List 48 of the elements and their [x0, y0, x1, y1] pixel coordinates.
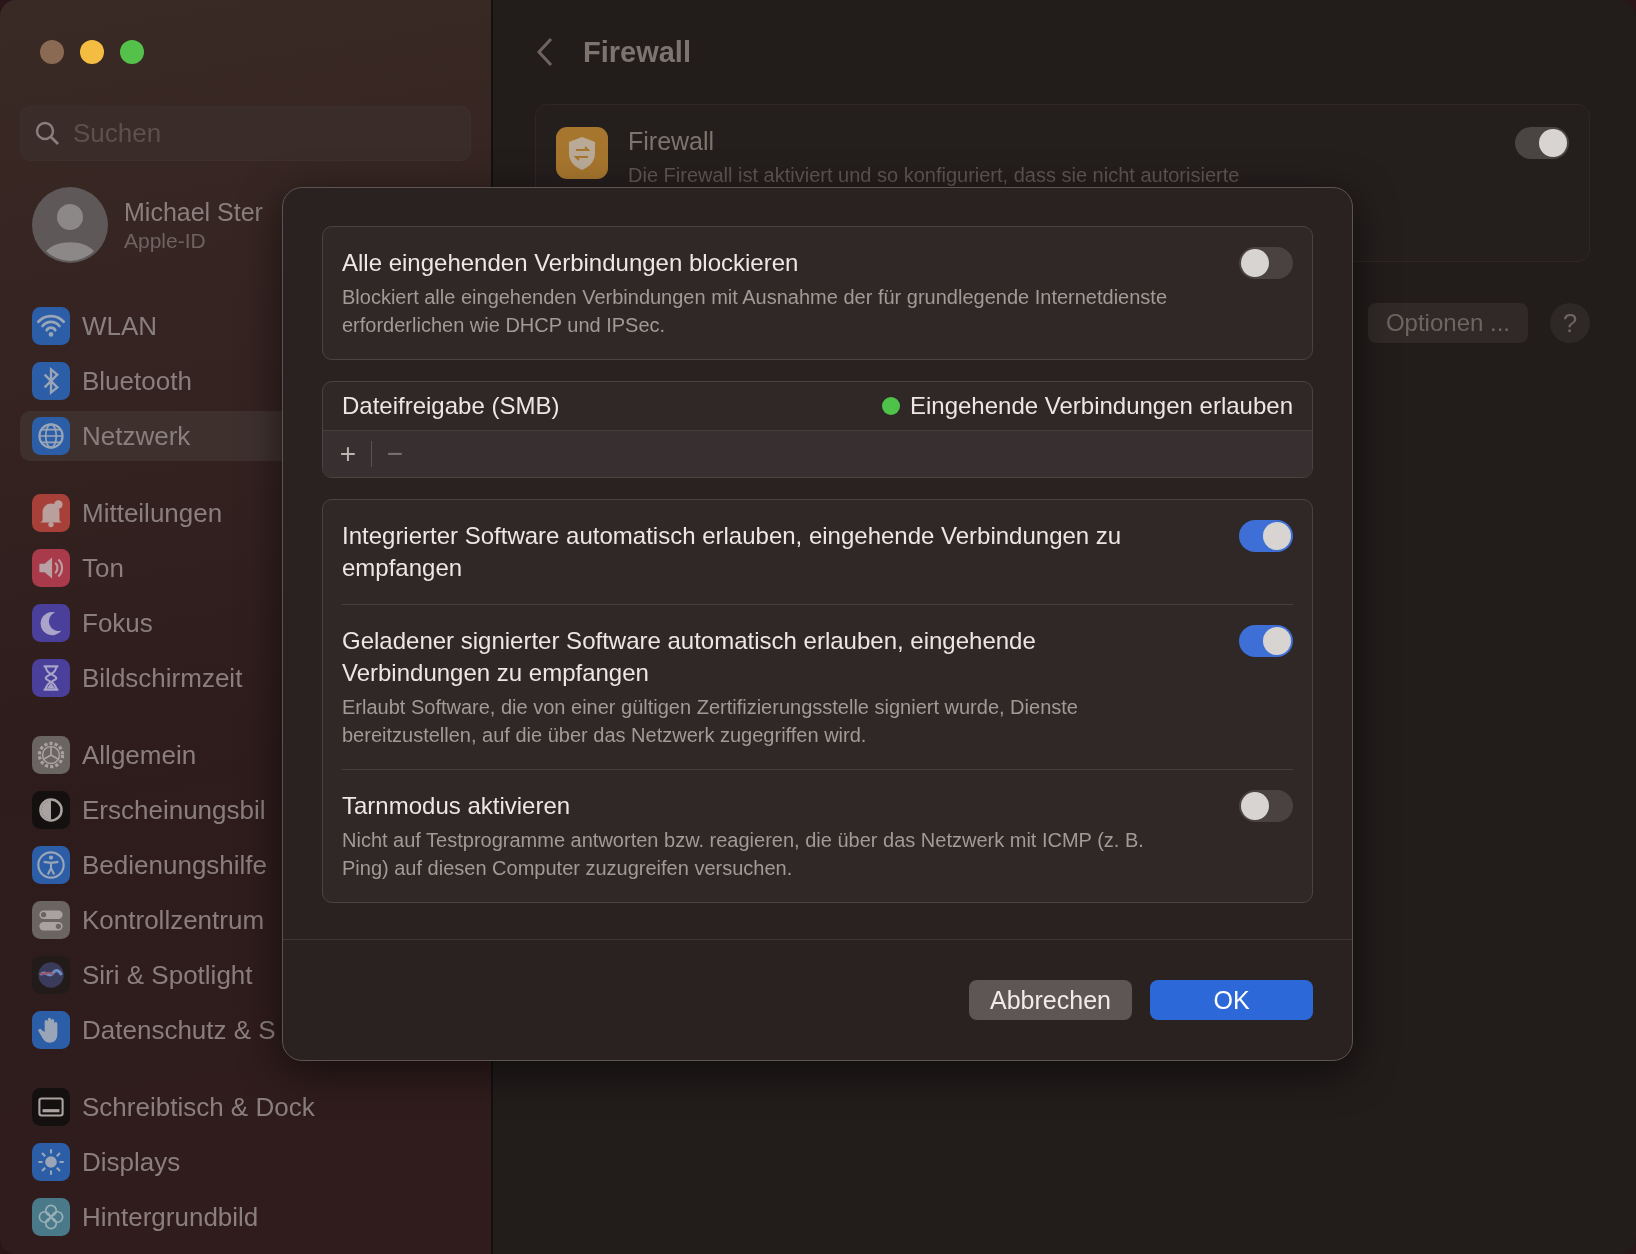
minimize-button[interactable]: [80, 40, 104, 64]
cancel-button[interactable]: Abbrechen: [969, 980, 1132, 1020]
switches-icon: [32, 901, 70, 939]
speaker-icon: [32, 549, 70, 587]
sidebar-item[interactable]: Kontrollzentrum: [20, 895, 471, 945]
shield-icon: [556, 127, 608, 179]
setting-title: Geladener signierter Software automatisch erlauben, eingehende Verbindungen zu empfangen: [342, 626, 1037, 688]
setting-title: Integrierter Software automatisch erlauben, eingehende Verbindungen zu empfangen: [342, 521, 1123, 583]
ok-button[interactable]: OK: [1150, 980, 1313, 1020]
sidebar-item[interactable]: Datenschutz & S: [20, 1005, 471, 1055]
toggle-switch[interactable]: [1239, 247, 1293, 279]
sidebar-item[interactable]: Hintergrundbild: [20, 1192, 471, 1242]
toggle-switch[interactable]: [1239, 790, 1293, 822]
accessibility-icon: [32, 846, 70, 884]
sidebar-item[interactable]: Siri & Spotlight: [20, 950, 471, 1000]
sidebar-item[interactable]: Schreibtisch & Dock: [20, 1082, 471, 1132]
gear-icon: [32, 736, 70, 774]
zoom-button[interactable]: [120, 40, 144, 64]
bluetooth-icon: [32, 362, 70, 400]
globe-icon: [32, 417, 70, 455]
profile-name: Michael Ster: [124, 197, 263, 227]
setting-title: Alle eingehenden Verbindungen blockieren: [342, 248, 800, 278]
status-text: Eingehende Verbindungen erlauben: [910, 392, 1293, 420]
toggle-switch[interactable]: [1239, 625, 1293, 657]
hand-icon: [32, 1011, 70, 1049]
wifi-icon: [32, 307, 70, 345]
hourglass-icon: [32, 659, 70, 697]
back-icon[interactable]: [535, 36, 555, 68]
close-button[interactable]: [40, 40, 64, 64]
setting-description: Nicht auf Testprogramme antworten bzw. reagieren, die über das Netzwerk mit ICMP (z. B. Ping) auf diesen Computer zuzugreifen versuchen.: [342, 828, 1145, 881]
dock-icon: [32, 1088, 70, 1126]
bell-icon: [32, 494, 70, 532]
moon-icon: [32, 604, 70, 642]
page-title: Firewall: [583, 35, 691, 69]
profile-subtitle: Apple-ID: [124, 228, 207, 253]
sidebar-item[interactable]: Displays: [20, 1137, 471, 1187]
card-title: Firewall: [628, 127, 716, 156]
orb-icon: [32, 956, 70, 994]
toggle-switch[interactable]: [1515, 127, 1569, 159]
setting-title: Tarnmodus aktivieren: [342, 791, 572, 821]
sun-icon: [32, 1143, 70, 1181]
setting-description: Erlaubt Software, die von einer gültigen Zertifizierungsstelle signiert wurde, Dienste bereitzustellen, auf die über das Netzwerk zugegriffen wird.: [342, 695, 1079, 748]
avatar[interactable]: [32, 187, 108, 263]
toggle-switch[interactable]: [1239, 520, 1293, 552]
help-button[interactable]: ?: [1550, 303, 1590, 343]
options-button[interactable]: Optionen ...: [1367, 303, 1528, 343]
setting-description: Blockiert alle eingehenden Verbindungen mit Ausnahme der für grundlegende Internetdienste erforderlichen wie DHCP und IPSec.: [342, 285, 1169, 338]
flower-icon: [32, 1198, 70, 1236]
